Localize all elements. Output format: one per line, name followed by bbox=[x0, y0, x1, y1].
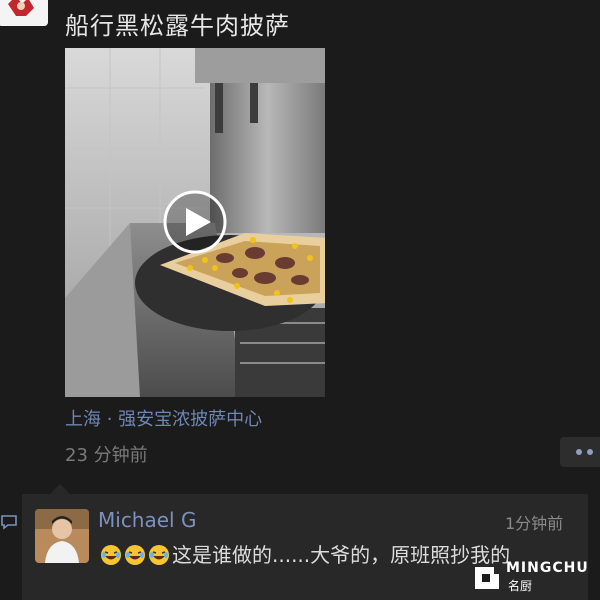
commenter-name[interactable]: Michael G bbox=[98, 508, 196, 532]
play-icon bbox=[163, 190, 227, 254]
comment-text: 这是谁做的......大爷的，原班照抄我的 bbox=[100, 539, 510, 568]
post-timestamp: 23 分钟前 bbox=[65, 445, 148, 466]
watermark-brand-zh: 名厨 bbox=[508, 579, 533, 593]
watermark: MINGCHU 名厨 bbox=[472, 560, 600, 600]
watermark-brand-en: MINGCHU bbox=[506, 560, 589, 576]
dot-icon bbox=[576, 449, 582, 455]
comment-timestamp: 1分钟前 bbox=[505, 514, 564, 533]
comment-body: 这是谁做的......大爷的，原班照抄我的 bbox=[172, 543, 511, 567]
post-text: 船行黑松露牛肉披萨 bbox=[65, 12, 290, 40]
laughing-tears-emoji-icon bbox=[149, 545, 169, 565]
poster-avatar[interactable] bbox=[0, 0, 48, 26]
mingchu-logo-icon bbox=[475, 567, 499, 589]
more-actions-button[interactable] bbox=[560, 437, 600, 467]
location-link[interactable]: 上海 · 强安宝浓披萨中心 bbox=[65, 405, 262, 431]
dot-icon bbox=[587, 449, 593, 455]
video-thumbnail[interactable] bbox=[65, 48, 325, 397]
comment-bubble-icon bbox=[0, 513, 18, 531]
commenter-avatar[interactable] bbox=[35, 509, 89, 563]
laughing-tears-emoji-icon bbox=[125, 545, 145, 565]
laughing-tears-emoji-icon bbox=[101, 545, 121, 565]
